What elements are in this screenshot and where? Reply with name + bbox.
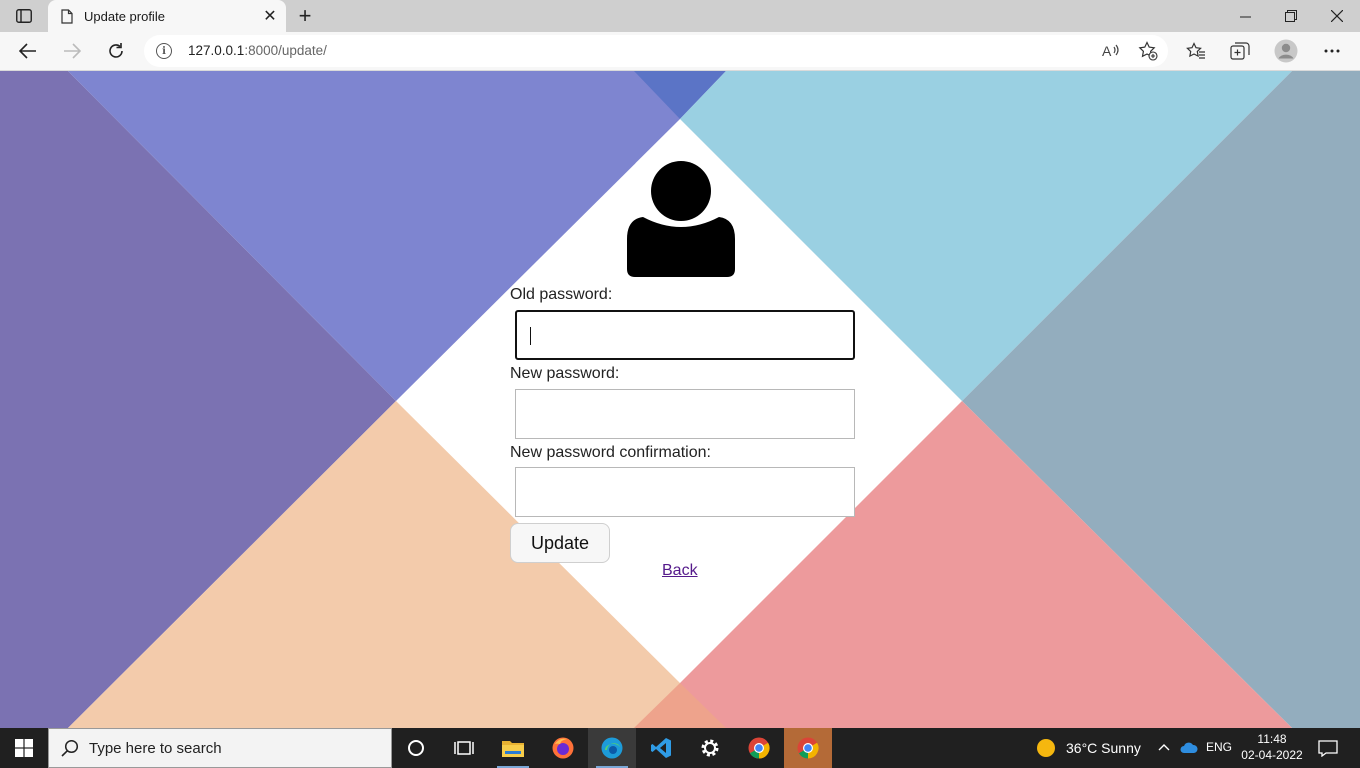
collections-icon[interactable] [1226,38,1254,64]
clock-date: 02-04-2022 [1241,748,1303,762]
windows-start-icon[interactable] [0,728,48,768]
old-password-input[interactable] [515,310,855,360]
firefox-icon[interactable] [539,728,587,768]
vscode-icon[interactable] [637,728,685,768]
language-indicator[interactable]: ENG [1206,740,1232,754]
page-viewport: Old password: New password: New password… [0,71,1360,728]
back-link[interactable]: Back [662,562,698,580]
chevron-up-icon[interactable] [1157,740,1171,759]
favorites-icon[interactable] [1182,38,1210,64]
confirm-password-input[interactable] [515,467,855,517]
file-explorer-icon[interactable] [489,728,537,768]
tab-title: Update profile [84,8,165,24]
onedrive-icon[interactable] [1180,741,1198,759]
weather-sun-icon[interactable] [1036,738,1056,763]
more-menu-icon[interactable] [1318,38,1346,64]
tab-update-profile[interactable]: Update profile ✕ [48,0,286,32]
forward-arrow-icon[interactable] [57,38,87,64]
cortana-icon[interactable] [392,728,440,768]
update-button[interactable]: Update [510,523,610,563]
taskbar-search-box[interactable]: Type here to search [48,728,392,768]
notifications-icon[interactable] [1318,740,1338,762]
taskbar: Type here to search 36°C Sunny ENG 11:48… [0,728,1360,768]
chrome-active-icon[interactable] [784,728,832,768]
clock-time: 11:48 [1257,732,1287,746]
tab-actions-icon[interactable] [10,5,38,27]
task-view-icon[interactable] [440,728,488,768]
site-info-icon[interactable]: i [156,43,172,59]
new-tab-icon[interactable]: + [292,3,318,28]
read-aloud-icon[interactable]: A [1100,41,1122,61]
settings-gear-icon[interactable] [686,728,734,768]
new-password-input[interactable] [515,389,855,439]
minimize-icon[interactable] [1222,0,1268,32]
edge-icon[interactable] [588,728,636,768]
tab-close-icon[interactable]: ✕ [258,4,282,28]
search-icon [61,739,79,757]
profile-avatar-icon[interactable] [1272,38,1300,64]
confirm-password-label: New password confirmation: [510,444,711,461]
page-icon [60,8,74,24]
address-bar[interactable]: i 127.0.0.1:8000/update/ A [144,35,1168,67]
old-password-label: Old password: [510,286,613,303]
svg-text:A: A [1102,43,1112,59]
add-favorite-icon[interactable] [1137,41,1159,61]
chrome-icon[interactable] [735,728,783,768]
browser-toolbar: i 127.0.0.1:8000/update/ A [0,32,1360,71]
restore-icon[interactable] [1268,0,1314,32]
search-placeholder: Type here to search [89,739,222,757]
weather-text[interactable]: 36°C Sunny [1066,740,1141,756]
url-text: 127.0.0.1:8000/update/ [188,43,327,58]
new-password-label: New password: [510,365,620,382]
clock[interactable]: 11:48 02-04-2022 [1238,731,1306,763]
text-caret [530,327,531,345]
user-avatar-icon [625,157,737,281]
back-arrow-icon[interactable] [13,38,43,64]
tab-strip: Update profile ✕ + [0,0,1360,32]
refresh-icon[interactable] [101,38,131,64]
close-window-icon[interactable] [1314,0,1360,32]
